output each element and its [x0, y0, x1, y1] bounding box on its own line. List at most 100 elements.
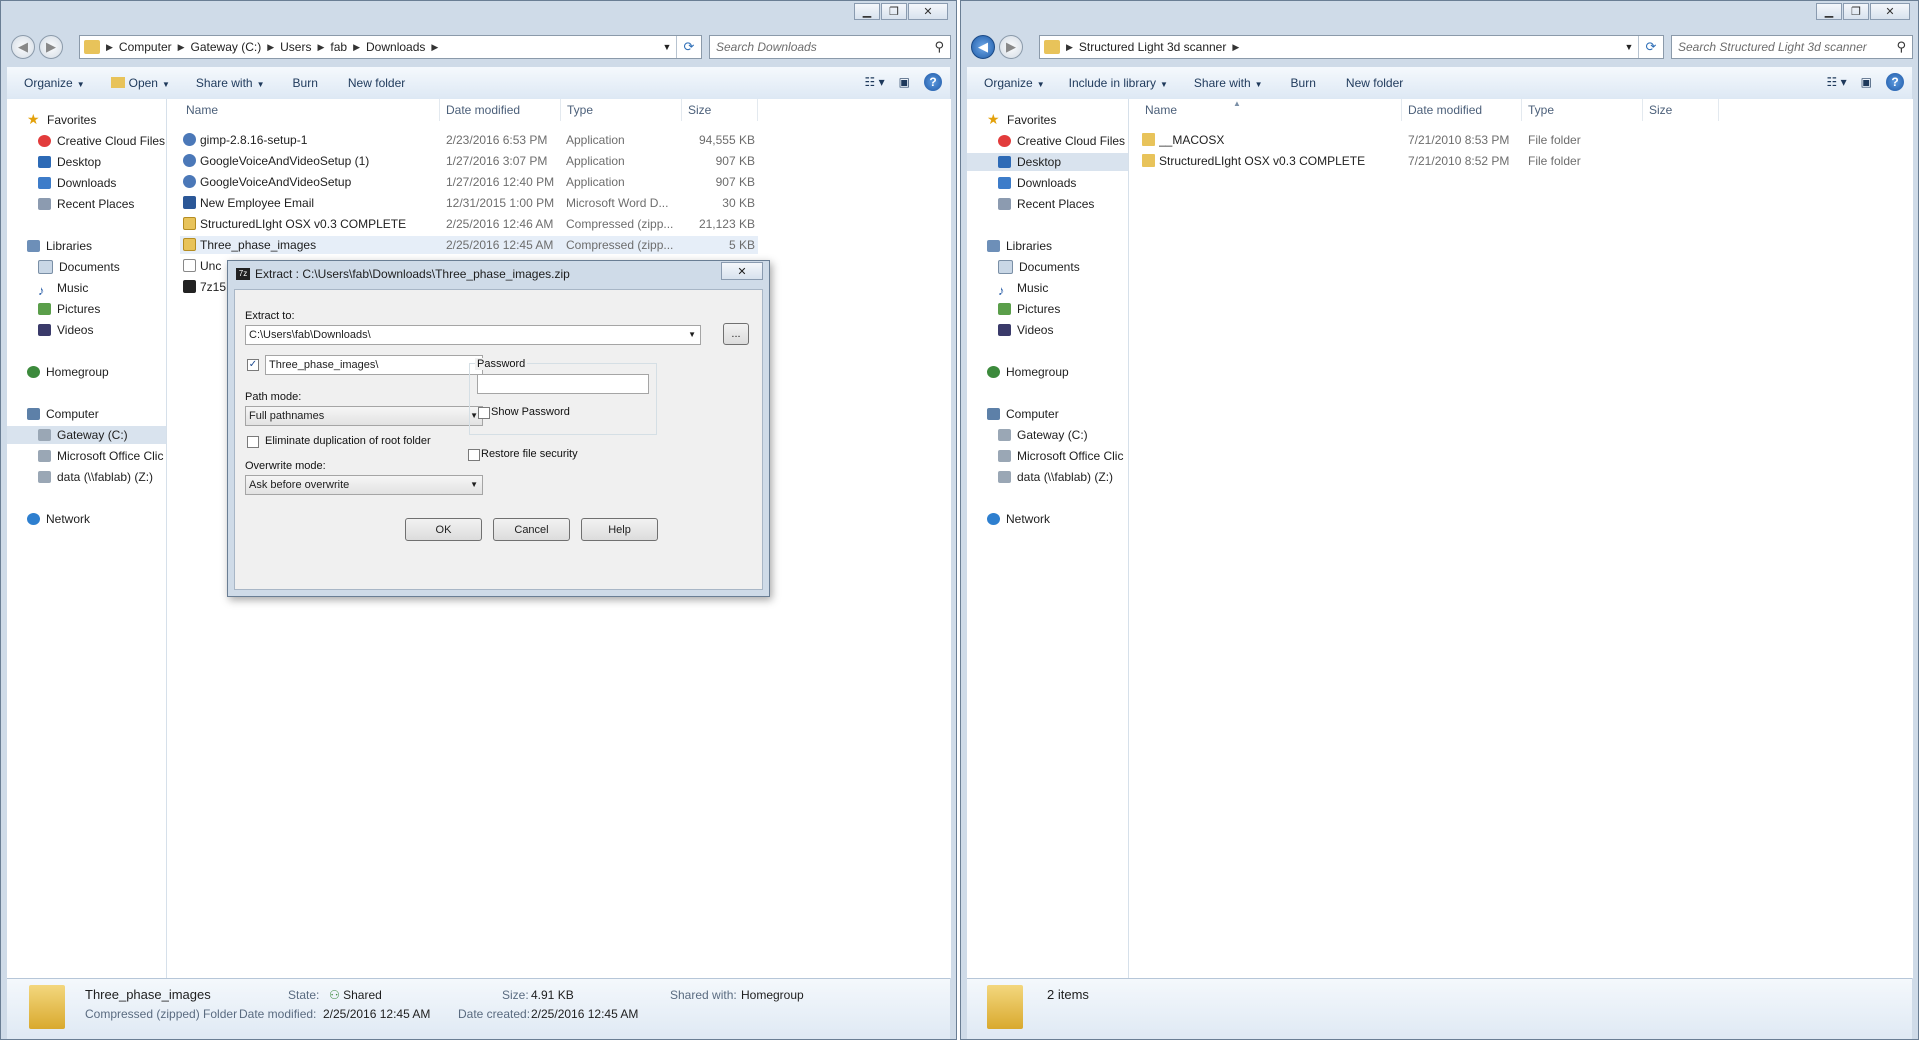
- breadcrumb-downloads[interactable]: Downloads: [366, 40, 425, 54]
- overwrite-mode-select[interactable]: Ask before overwrite ▼: [245, 475, 483, 495]
- nav-recent-places[interactable]: Recent Places: [998, 195, 1094, 213]
- address-bar[interactable]: ▶ Computer ▶ Gateway (C:) ▶ Users ▶ fab ▶ Do…: [79, 35, 702, 59]
- close-button[interactable]: ✕: [1870, 3, 1910, 20]
- search-input[interactable]: Search Structured Light 3d scanner ⚲: [1671, 35, 1913, 59]
- browse-button[interactable]: ...: [723, 323, 749, 345]
- nav-ms-office[interactable]: Microsoft Office Clic: [998, 447, 1123, 465]
- column-header-date[interactable]: Date modified: [440, 99, 561, 121]
- nav-pictures[interactable]: Pictures: [998, 300, 1060, 318]
- back-button[interactable]: ◀: [11, 35, 35, 59]
- address-dropdown-icon[interactable]: ▼: [1621, 36, 1637, 58]
- nav-documents[interactable]: Documents: [38, 258, 120, 276]
- minimize-button[interactable]: ▁: [1816, 3, 1842, 20]
- nav-libraries[interactable]: Libraries: [27, 237, 92, 255]
- nav-network[interactable]: Network: [987, 510, 1050, 528]
- breadcrumb-users[interactable]: Users: [280, 40, 311, 54]
- preview-pane-icon[interactable]: ▣: [899, 75, 910, 89]
- cancel-button[interactable]: Cancel: [493, 518, 570, 541]
- open-button[interactable]: Open ▼: [110, 76, 170, 90]
- password-input[interactable]: [477, 374, 649, 394]
- nav-downloads[interactable]: Downloads: [998, 174, 1076, 192]
- back-button[interactable]: ◀: [971, 35, 995, 59]
- forward-button[interactable]: ▶: [999, 35, 1023, 59]
- breadcrumb-structured-light[interactable]: Structured Light 3d scanner: [1079, 40, 1226, 54]
- nav-computer[interactable]: Computer: [987, 405, 1059, 423]
- dialog-close-button[interactable]: ✕: [721, 262, 763, 280]
- extract-to-combo[interactable]: C:\Users\fab\Downloads\ ▼: [245, 325, 701, 345]
- address-bar[interactable]: ▶ Structured Light 3d scanner ▶ ▼ ⟳: [1039, 35, 1664, 59]
- nav-homegroup[interactable]: Homegroup: [27, 363, 109, 381]
- file-row[interactable]: StructuredLIght OSX v0.3 COMPLETE 2/25/2…: [180, 215, 758, 233]
- nav-ms-office[interactable]: Microsoft Office Clic: [38, 447, 163, 465]
- column-header-name[interactable]: Name: [180, 99, 440, 121]
- title-bar[interactable]: ▁ ❐ ✕: [961, 1, 1918, 29]
- file-row[interactable]: GoogleVoiceAndVideoSetup (1) 1/27/2016 3…: [180, 152, 758, 170]
- column-header-size[interactable]: Size: [682, 99, 758, 121]
- nav-creative-cloud[interactable]: Creative Cloud Files: [38, 132, 165, 150]
- title-bar[interactable]: ▁ ❐ ✕: [1, 1, 956, 29]
- maximize-button[interactable]: ❐: [881, 3, 907, 20]
- column-header-type[interactable]: Type: [561, 99, 682, 121]
- file-row-selected[interactable]: Three_phase_images 2/25/2016 12:45 AM Co…: [180, 236, 758, 254]
- nav-gateway-drive[interactable]: Gateway (C:): [7, 426, 166, 444]
- nav-documents[interactable]: Documents: [998, 258, 1080, 276]
- view-options-icon[interactable]: ☷ ▾: [1827, 75, 1847, 89]
- nav-music[interactable]: ♪ Music: [38, 279, 88, 298]
- nav-creative-cloud[interactable]: Creative Cloud Files: [998, 132, 1125, 150]
- close-button[interactable]: ✕: [908, 3, 948, 20]
- column-header-size[interactable]: Size: [1643, 99, 1719, 121]
- nav-videos[interactable]: Videos: [998, 321, 1053, 339]
- breadcrumb-computer[interactable]: Computer: [119, 40, 172, 54]
- new-folder-button[interactable]: New folder: [1346, 76, 1403, 90]
- share-with-button[interactable]: Share with ▼: [196, 76, 265, 90]
- nav-homegroup[interactable]: Homegroup: [987, 363, 1069, 381]
- address-dropdown-icon[interactable]: ▼: [659, 36, 675, 58]
- column-header-date[interactable]: Date modified: [1402, 99, 1522, 121]
- file-row[interactable]: gimp-2.8.16-setup-1 2/23/2016 6:53 PM Ap…: [180, 131, 758, 149]
- nav-data-drive[interactable]: data (\\fablab) (Z:): [38, 468, 153, 486]
- nav-gateway-drive[interactable]: Gateway (C:): [998, 426, 1088, 444]
- column-header-name[interactable]: Name: [1139, 99, 1402, 121]
- help-button[interactable]: Help: [581, 518, 658, 541]
- share-with-button[interactable]: Share with ▼: [1194, 76, 1263, 90]
- refresh-icon[interactable]: ⟳: [676, 36, 701, 58]
- nav-favorites[interactable]: ★ Favorites: [987, 111, 1056, 129]
- nav-computer[interactable]: Computer: [27, 405, 99, 423]
- subfolder-field[interactable]: Three_phase_images\: [265, 355, 483, 375]
- subfolder-checkbox[interactable]: ✓: [247, 359, 259, 371]
- folder-row[interactable]: StructuredLIght OSX v0.3 COMPLETE 7/21/2…: [1139, 152, 1719, 170]
- path-mode-select[interactable]: Full pathnames ▼: [245, 406, 483, 426]
- column-header-type[interactable]: Type: [1522, 99, 1643, 121]
- burn-button[interactable]: Burn: [293, 76, 318, 90]
- preview-pane-icon[interactable]: ▣: [1861, 75, 1872, 89]
- nav-network[interactable]: Network: [27, 510, 90, 528]
- eliminate-duplication-checkbox[interactable]: [247, 436, 259, 448]
- nav-downloads[interactable]: Downloads: [38, 174, 116, 192]
- nav-music[interactable]: ♪ Music: [998, 279, 1048, 298]
- nav-data-drive[interactable]: data (\\fablab) (Z:): [998, 468, 1113, 486]
- file-row[interactable]: GoogleVoiceAndVideoSetup 1/27/2016 12:40…: [180, 173, 758, 191]
- maximize-button[interactable]: ❐: [1843, 3, 1869, 20]
- forward-button[interactable]: ▶: [39, 35, 63, 59]
- dialog-title[interactable]: 7z Extract : C:\Users\fab\Downloads\Thre…: [236, 267, 570, 281]
- folder-row[interactable]: __MACOSX 7/21/2010 8:53 PM File folder: [1139, 131, 1719, 149]
- show-password-checkbox[interactable]: [478, 407, 490, 419]
- refresh-icon[interactable]: ⟳: [1638, 36, 1663, 58]
- new-folder-button[interactable]: New folder: [348, 76, 405, 90]
- help-icon[interactable]: ?: [1886, 73, 1904, 91]
- search-input[interactable]: Search Downloads ⚲: [709, 35, 951, 59]
- nav-libraries[interactable]: Libraries: [987, 237, 1052, 255]
- nav-desktop[interactable]: Desktop: [38, 153, 101, 171]
- help-icon[interactable]: ?: [924, 73, 942, 91]
- restore-security-checkbox[interactable]: [468, 449, 480, 461]
- include-in-library-button[interactable]: Include in library ▼: [1069, 76, 1168, 90]
- view-options-icon[interactable]: ☷ ▾: [865, 75, 885, 89]
- nav-recent-places[interactable]: Recent Places: [38, 195, 134, 213]
- breadcrumb-fab[interactable]: fab: [330, 40, 347, 54]
- nav-pictures[interactable]: Pictures: [38, 300, 100, 318]
- file-row[interactable]: New Employee Email 12/31/2015 1:00 PM Mi…: [180, 194, 758, 212]
- organize-button[interactable]: Organize ▼: [24, 76, 85, 90]
- breadcrumb-gateway[interactable]: Gateway (C:): [191, 40, 262, 54]
- minimize-button[interactable]: ▁: [854, 3, 880, 20]
- ok-button[interactable]: OK: [405, 518, 482, 541]
